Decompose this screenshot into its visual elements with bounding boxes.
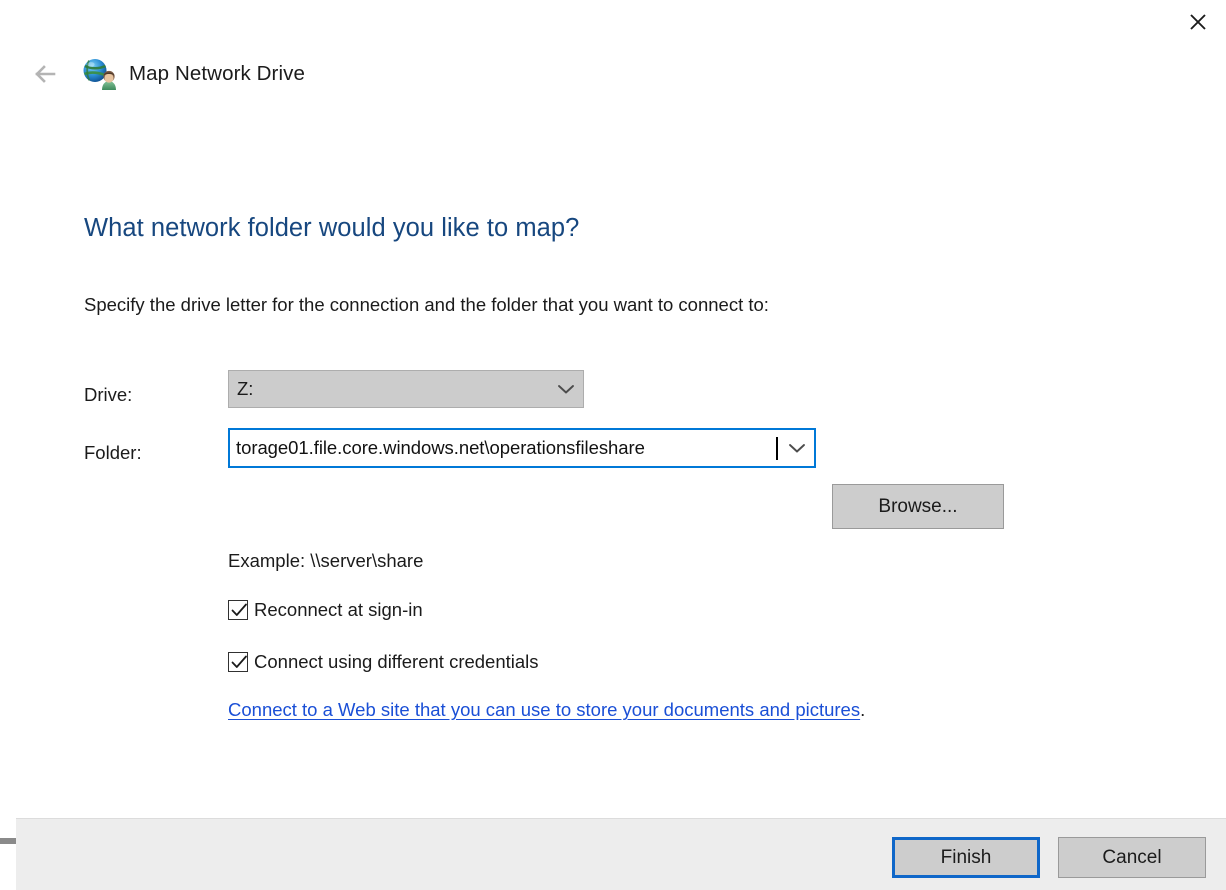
map-network-drive-dialog: Map Network Drive What network folder wo…	[0, 0, 1226, 890]
link-trailing-period: .	[860, 699, 866, 720]
title-bar	[0, 0, 1226, 46]
browse-button[interactable]: Browse...	[832, 484, 1004, 529]
checkmark-icon	[231, 603, 247, 616]
wizard-content: What network folder would you like to ma…	[0, 102, 1226, 890]
footer-button-group: Finish Cancel	[892, 837, 1206, 878]
page-title: What network folder would you like to ma…	[84, 214, 580, 242]
dialog-footer: Finish Cancel	[16, 818, 1226, 890]
different-credentials-checkbox[interactable]: Connect using different credentials	[228, 651, 539, 673]
connect-to-website-link[interactable]: Connect to a Web site that you can use t…	[228, 699, 860, 720]
checkbox-label: Connect using different credentials	[254, 651, 539, 672]
checkbox-box	[228, 600, 248, 620]
back-button[interactable]	[24, 58, 60, 90]
cancel-button[interactable]: Cancel	[1058, 837, 1206, 878]
checkmark-icon	[231, 655, 247, 668]
folder-example-text: Example: \\server\share	[228, 550, 424, 571]
text-caret	[776, 436, 778, 460]
checkbox-label: Reconnect at sign-in	[254, 599, 423, 620]
map-network-drive-icon	[82, 57, 116, 91]
web-site-link-row: Connect to a Web site that you can use t…	[228, 699, 865, 721]
close-button[interactable]	[1170, 0, 1226, 44]
window-edge-marker	[0, 838, 16, 844]
folder-input[interactable]: torage01.file.core.windows.net\operation…	[228, 428, 816, 468]
drive-label: Drive:	[84, 384, 133, 405]
close-icon	[1190, 14, 1206, 30]
drive-selected-value: Z:	[237, 378, 254, 399]
chevron-down-icon	[549, 383, 583, 395]
wizard-nav-row: Map Network Drive	[0, 46, 1226, 102]
back-arrow-icon	[35, 65, 56, 83]
drive-select[interactable]: Z:	[228, 370, 584, 408]
folder-label: Folder:	[84, 442, 142, 463]
finish-button[interactable]: Finish	[892, 837, 1040, 878]
page-subtitle: Specify the drive letter for the connect…	[84, 294, 769, 315]
folder-input-value: torage01.file.core.windows.net\operation…	[236, 437, 645, 458]
reconnect-at-signin-checkbox[interactable]: Reconnect at sign-in	[228, 599, 423, 621]
checkbox-box	[228, 652, 248, 672]
window-title: Map Network Drive	[129, 62, 305, 85]
folder-chevron-down-icon[interactable]	[780, 442, 814, 454]
